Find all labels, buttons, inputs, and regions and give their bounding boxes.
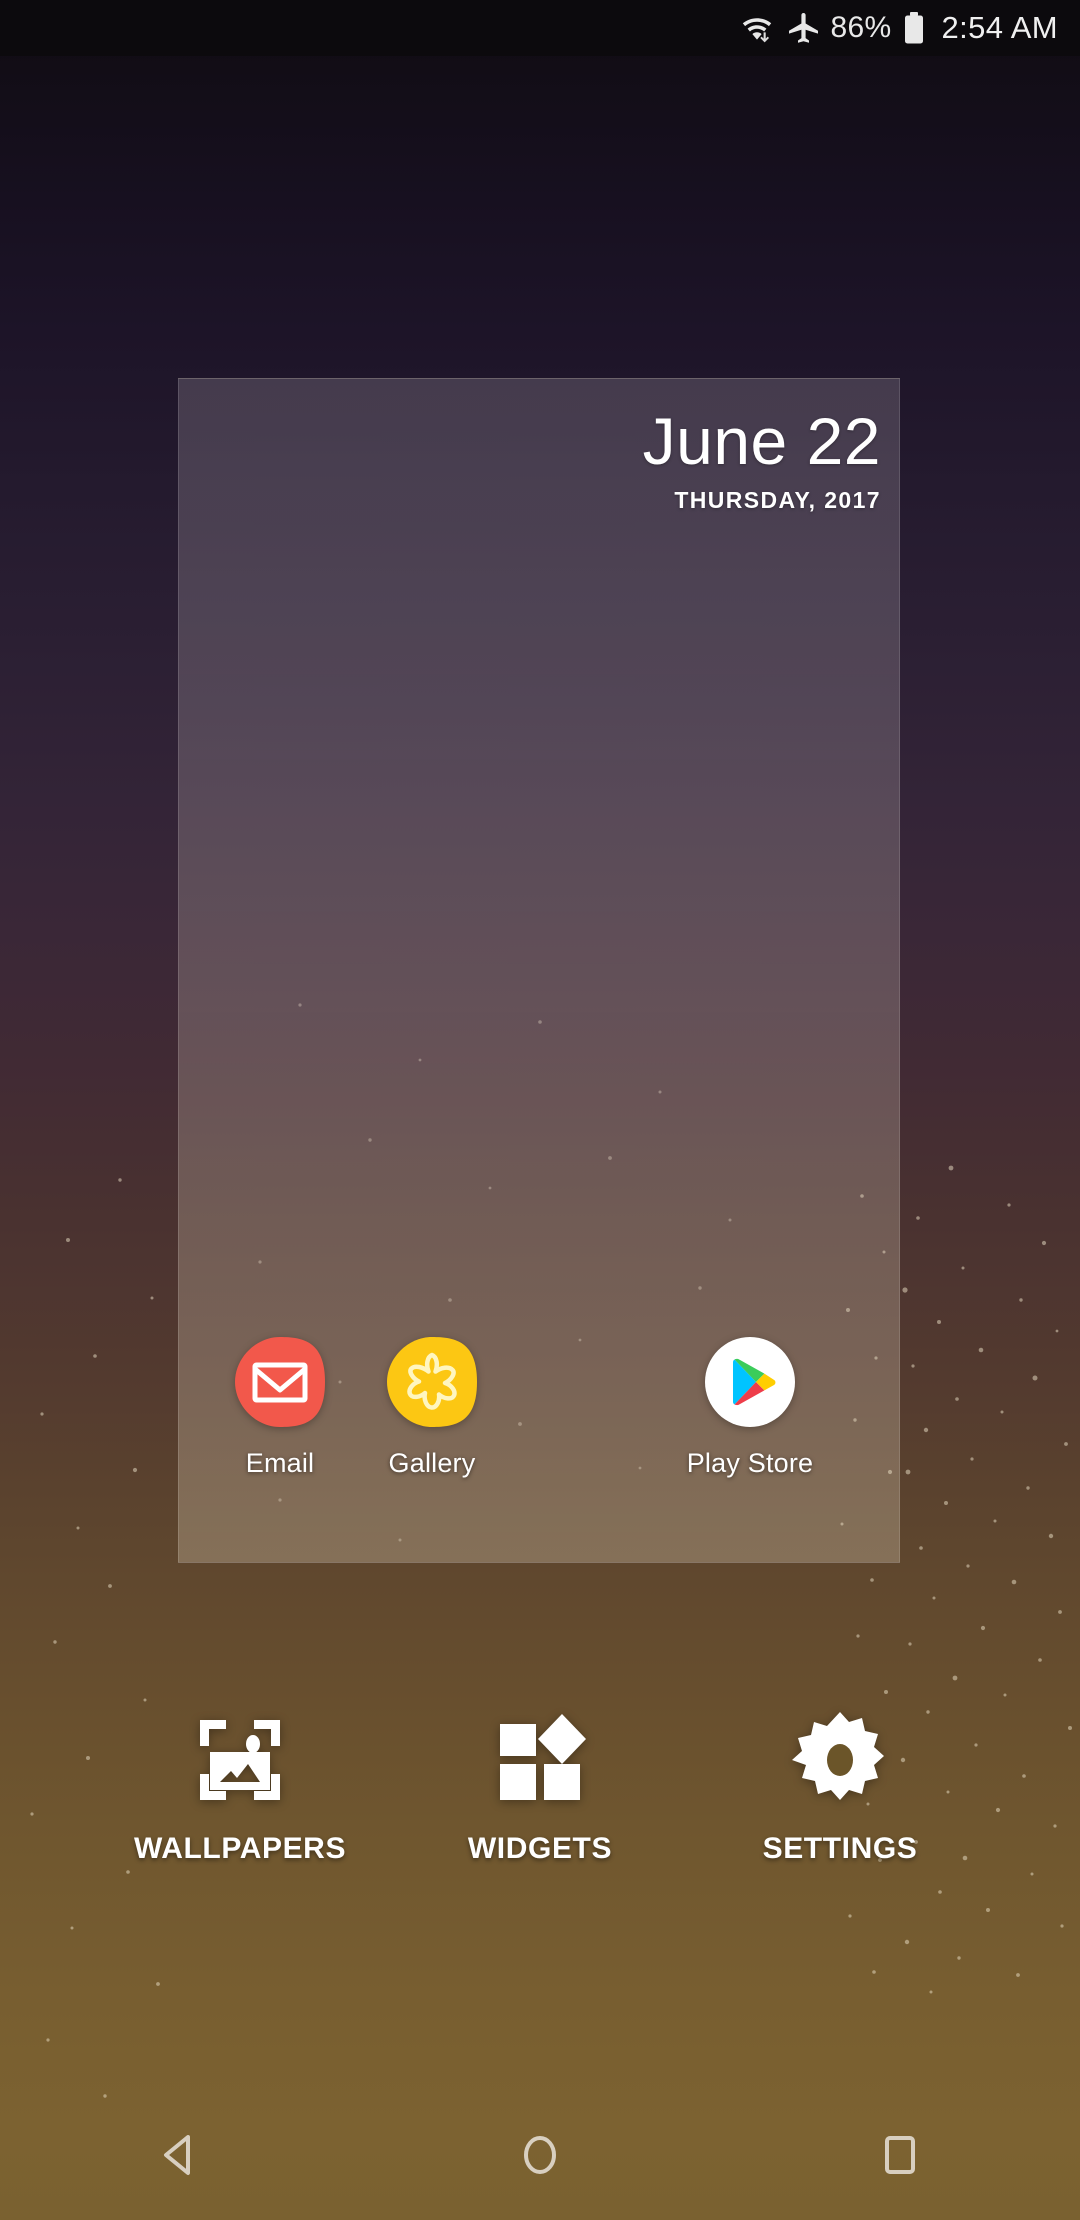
email-envelope-icon: [232, 1334, 328, 1430]
gallery-flower-icon: [384, 1334, 480, 1430]
app-shortcut-gallery[interactable]: Gallery: [357, 1334, 507, 1479]
recents-square-icon: [885, 2136, 915, 2174]
airplane-mode-icon: [787, 13, 819, 43]
settings-gear-icon: [792, 1710, 888, 1810]
home-action-label-widgets: WIDGETS: [467, 1832, 613, 1865]
android-home-screen: 86% 2:54 AM June 22 THURSDAY, 2017 Email…: [0, 0, 1080, 2220]
panel-app-row: Email Gallery Play Store: [179, 1334, 899, 1534]
widget-date-sub: THURSDAY, 2017: [674, 486, 881, 513]
widgets-blocks-icon: [492, 1710, 588, 1810]
app-label-play-store: Play Store: [686, 1448, 814, 1478]
battery-full-icon: [903, 12, 925, 44]
battery-percent-label: 86%: [830, 11, 892, 44]
navigation-bar: [0, 2090, 1080, 2220]
status-bar: 86% 2:54 AM: [0, 0, 1080, 56]
widget-date-main: June 22: [642, 404, 881, 478]
home-circle-icon: [524, 2136, 556, 2174]
home-action-label-wallpapers: WALLPAPERS: [133, 1832, 347, 1865]
wifi-with-data-arrows-icon: [741, 13, 775, 43]
home-action-wallpapers[interactable]: WALLPAPERS: [130, 1710, 350, 1866]
status-bar-clock: 2:54 AM: [941, 10, 1058, 45]
back-triangle-icon: [164, 2135, 190, 2175]
nav-recents-button[interactable]: [720, 2090, 1080, 2220]
nav-home-button[interactable]: [360, 2090, 720, 2220]
play-store-icon: [702, 1334, 798, 1430]
widget-date-block: June 22 THURSDAY, 2017: [642, 404, 881, 514]
home-screen-actions: WALLPAPERS WIDGETS SETTINGS: [0, 1710, 1080, 1960]
nav-back-button[interactable]: [0, 2090, 360, 2220]
home-action-label-settings: SETTINGS: [762, 1832, 918, 1865]
clock-date-widget-panel[interactable]: June 22 THURSDAY, 2017 Email Gallery Pla…: [178, 378, 900, 1563]
home-action-widgets[interactable]: WIDGETS: [430, 1710, 650, 1866]
app-label-gallery: Gallery: [388, 1448, 476, 1478]
home-action-settings[interactable]: SETTINGS: [730, 1710, 950, 1866]
app-label-email: Email: [245, 1448, 315, 1478]
wallpaper-picture-icon: [192, 1710, 288, 1810]
app-shortcut-play-store[interactable]: Play Store: [675, 1334, 825, 1479]
app-shortcut-email[interactable]: Email: [205, 1334, 355, 1479]
